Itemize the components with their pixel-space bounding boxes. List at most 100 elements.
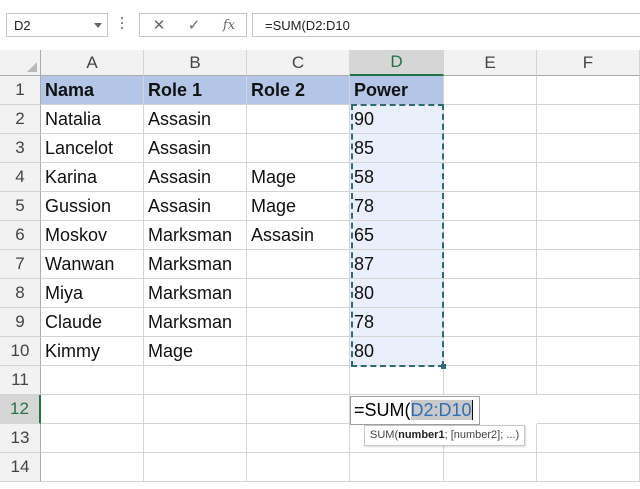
row-header-3[interactable]: 3: [0, 134, 41, 163]
cell[interactable]: [41, 395, 144, 424]
header-cell-power[interactable]: Power: [350, 76, 444, 105]
cell-role-2[interactable]: [247, 250, 350, 279]
row-header-7[interactable]: 7: [0, 250, 41, 279]
column-header-e[interactable]: E: [444, 50, 537, 76]
column-header-a[interactable]: A: [41, 50, 144, 76]
cell[interactable]: [247, 424, 350, 453]
tooltip-function[interactable]: SUM(: [370, 429, 398, 441]
cell[interactable]: [537, 366, 640, 395]
chevron-down-icon[interactable]: [94, 23, 102, 28]
cell-role-1[interactable]: Assasin: [144, 134, 247, 163]
cell[interactable]: [537, 221, 640, 250]
drag-handle-icon[interactable]: [121, 17, 124, 33]
formula-input[interactable]: =SUM(D2:D10: [252, 13, 640, 37]
cell[interactable]: [41, 424, 144, 453]
cell[interactable]: [537, 134, 640, 163]
row-header-5[interactable]: 5: [0, 192, 41, 221]
row-header-6[interactable]: 6: [0, 221, 41, 250]
row-header-9[interactable]: 9: [0, 308, 41, 337]
cell[interactable]: [444, 337, 537, 366]
cell[interactable]: [537, 337, 640, 366]
cell[interactable]: [537, 163, 640, 192]
cell-power[interactable]: 90: [350, 105, 444, 134]
cell-power[interactable]: 87: [350, 250, 444, 279]
cell-nama[interactable]: Claude: [41, 308, 144, 337]
cell-nama[interactable]: Kimmy: [41, 337, 144, 366]
cell-nama[interactable]: Karina: [41, 163, 144, 192]
cell-nama[interactable]: Natalia: [41, 105, 144, 134]
cell[interactable]: [350, 453, 444, 482]
cell[interactable]: [444, 221, 537, 250]
tooltip-current-arg[interactable]: number1: [398, 429, 444, 441]
cell[interactable]: [444, 134, 537, 163]
cell[interactable]: [41, 366, 144, 395]
cell[interactable]: [144, 395, 247, 424]
cell-role-2[interactable]: Mage: [247, 163, 350, 192]
row-header-13[interactable]: 13: [0, 424, 41, 453]
cell-nama[interactable]: Gussion: [41, 192, 144, 221]
cell-role-2[interactable]: [247, 337, 350, 366]
cell-role-1[interactable]: Marksman: [144, 221, 247, 250]
cell-nama[interactable]: Miya: [41, 279, 144, 308]
cell[interactable]: [537, 453, 640, 482]
cell[interactable]: [537, 279, 640, 308]
cell-role-1[interactable]: Assasin: [144, 105, 247, 134]
cell-role-1[interactable]: Marksman: [144, 279, 247, 308]
cell[interactable]: [350, 366, 444, 395]
cell[interactable]: [41, 453, 144, 482]
cell[interactable]: [144, 424, 247, 453]
header-cell-role-2[interactable]: Role 2: [247, 76, 350, 105]
cell[interactable]: [537, 424, 640, 453]
cell-role-2[interactable]: Assasin: [247, 221, 350, 250]
cell[interactable]: [444, 192, 537, 221]
cell[interactable]: [444, 250, 537, 279]
cell[interactable]: [444, 453, 537, 482]
cell-role-1[interactable]: Mage: [144, 337, 247, 366]
cell[interactable]: [444, 308, 537, 337]
column-header-f[interactable]: F: [537, 50, 640, 76]
row-header-1[interactable]: 1: [0, 76, 41, 105]
row-header-8[interactable]: 8: [0, 279, 41, 308]
cell[interactable]: [444, 279, 537, 308]
cell-role-2[interactable]: [247, 279, 350, 308]
row-header-12[interactable]: 12: [0, 395, 41, 424]
insert-function-icon[interactable]: fx: [212, 15, 246, 35]
cell-role-2[interactable]: [247, 134, 350, 163]
cell[interactable]: [537, 395, 640, 424]
name-box[interactable]: D2: [6, 13, 108, 37]
active-cell-editor[interactable]: =SUM(D2:D10: [350, 396, 480, 425]
enter-icon[interactable]: ✓: [177, 15, 211, 35]
cell-nama[interactable]: Wanwan: [41, 250, 144, 279]
row-header-14[interactable]: 14: [0, 453, 41, 482]
cell[interactable]: [247, 366, 350, 395]
column-header-b[interactable]: B: [144, 50, 247, 76]
cell[interactable]: [144, 453, 247, 482]
cell-role-1[interactable]: Assasin: [144, 163, 247, 192]
cell-power[interactable]: 78: [350, 308, 444, 337]
cell-role-2[interactable]: Mage: [247, 192, 350, 221]
cell[interactable]: [537, 192, 640, 221]
cell[interactable]: [444, 366, 537, 395]
cell-power[interactable]: 58: [350, 163, 444, 192]
row-header-2[interactable]: 2: [0, 105, 41, 134]
cancel-icon[interactable]: ✕: [142, 15, 176, 35]
cell-role-1[interactable]: Marksman: [144, 308, 247, 337]
cell-nama[interactable]: Lancelot: [41, 134, 144, 163]
cell-power[interactable]: 85: [350, 134, 444, 163]
row-header-4[interactable]: 4: [0, 163, 41, 192]
column-header-d[interactable]: D: [350, 50, 444, 76]
cell[interactable]: [444, 105, 537, 134]
cell-role-1[interactable]: Assasin: [144, 192, 247, 221]
header-cell-nama[interactable]: Nama: [41, 76, 144, 105]
row-header-10[interactable]: 10: [0, 337, 41, 366]
cell[interactable]: [537, 76, 640, 105]
header-cell-role-1[interactable]: Role 1: [144, 76, 247, 105]
cell-power[interactable]: 80: [350, 337, 444, 366]
cell-nama[interactable]: Moskov: [41, 221, 144, 250]
cell[interactable]: [247, 453, 350, 482]
cell-power[interactable]: 78: [350, 192, 444, 221]
row-header-11[interactable]: 11: [0, 366, 41, 395]
cell[interactable]: [537, 308, 640, 337]
cell[interactable]: [537, 250, 640, 279]
column-header-c[interactable]: C: [247, 50, 350, 76]
